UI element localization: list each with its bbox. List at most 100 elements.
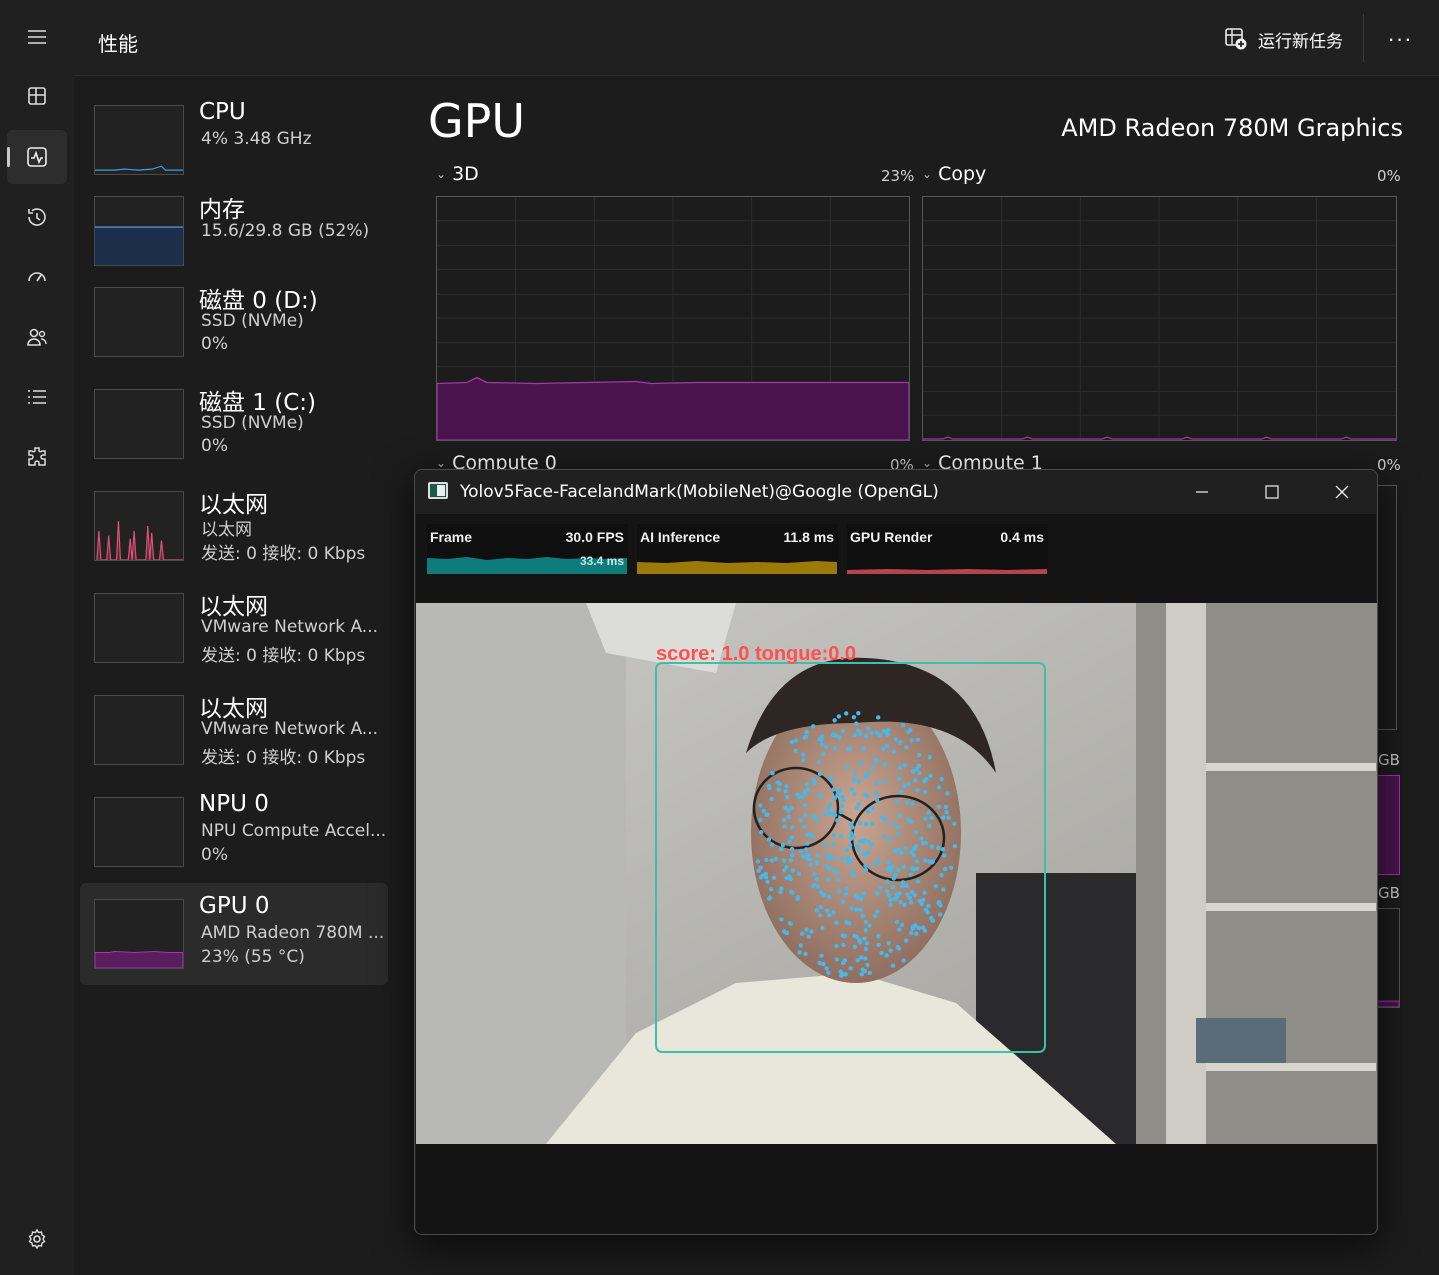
face-landmark-point — [936, 785, 942, 790]
stat-value: 0.4 ms — [1000, 529, 1044, 545]
face-landmark-point — [881, 746, 886, 752]
memory-thumbnail — [94, 196, 184, 266]
device-name: 磁盘 0 (D:) — [199, 288, 318, 314]
device-item-gpu-0[interactable]: GPU 0 AMD Radeon 780M ... 23% (55 °C) — [80, 883, 388, 985]
stat-label: GPU Render — [850, 529, 933, 545]
face-landmark-point — [758, 803, 763, 808]
face-landmark-point — [778, 889, 783, 895]
nav-users[interactable] — [7, 310, 67, 364]
face-landmark-point — [803, 951, 808, 957]
face-landmark-point — [899, 922, 905, 928]
frame-stat-panel: Frame 30.0 FPS 33.4 ms — [427, 524, 628, 574]
hamburger-button[interactable] — [7, 10, 67, 64]
face-landmark-point — [859, 972, 864, 977]
face-landmark-point — [897, 813, 902, 818]
face-landmark-point — [783, 789, 788, 794]
face-landmark-point — [854, 934, 860, 939]
device-item-ethernet-3[interactable]: 以太网 VMware Network A... 发送: 0 接收: 0 Kbps — [80, 681, 388, 781]
face-landmark-point — [940, 847, 945, 852]
face-landmark-point — [922, 789, 928, 795]
face-landmark-point — [820, 925, 825, 931]
device-item-memory[interactable]: 内存 15.6/29.8 GB (52%) — [80, 182, 388, 282]
device-name: 以太网 — [199, 696, 268, 722]
device-detail: 以太网 — [201, 520, 252, 540]
face-landmark-point — [784, 875, 789, 881]
nav-details[interactable] — [7, 370, 67, 424]
users-icon — [27, 328, 47, 346]
face-landmark-point — [922, 890, 927, 895]
nav-processes[interactable] — [7, 69, 67, 123]
face-landmark-point — [761, 808, 766, 814]
face-landmark-point — [903, 846, 908, 851]
face-landmark-point — [831, 787, 836, 792]
face-landmark-point — [919, 901, 924, 907]
face-landmark-point — [770, 771, 775, 776]
stat-value: 30.0 FPS — [565, 529, 624, 545]
nav-app-history[interactable] — [7, 190, 67, 244]
face-landmark-point — [856, 847, 861, 852]
face-landmark-point — [824, 908, 830, 913]
device-item-ethernet-2[interactable]: 以太网 VMware Network A... 发送: 0 接收: 0 Kbps — [80, 579, 388, 679]
close-icon — [1335, 485, 1349, 499]
graph-3d — [436, 196, 910, 441]
face-landmark-point — [897, 776, 902, 781]
face-landmark-point — [923, 858, 928, 863]
device-item-npu-0[interactable]: NPU 0 NPU Compute Accel... 0% — [80, 783, 388, 883]
face-landmark-point — [904, 800, 910, 805]
face-landmark-point — [930, 859, 935, 864]
device-item-disk-1[interactable]: 磁盘 1 (C:) SSD (NVMe) 0% — [80, 375, 388, 475]
face-landmark-point — [839, 809, 844, 815]
startup-apps-icon — [28, 272, 46, 282]
face-landmark-point — [907, 895, 912, 901]
face-landmark-point — [897, 740, 903, 745]
face-landmark-point — [804, 847, 809, 852]
face-landmark-point — [865, 809, 871, 814]
nav-services[interactable] — [7, 430, 67, 484]
settings-icon — [28, 1228, 46, 1250]
device-detail: SSD (NVMe) — [201, 311, 304, 331]
nav-performance[interactable] — [7, 130, 67, 184]
face-landmark-point — [793, 748, 798, 753]
engine-selector-copy[interactable]: ⌄ Copy — [922, 163, 986, 185]
app-window-titlebar[interactable]: Yolov5Face-FacelandMark(MobileNet)@Googl… — [415, 470, 1377, 514]
device-item-cpu[interactable]: CPU 4% 3.48 GHz — [80, 91, 388, 191]
face-landmark-point — [873, 914, 878, 919]
more-options-button[interactable]: ··· — [1385, 26, 1415, 52]
stat-label: Frame — [430, 529, 473, 545]
face-landmark-point — [802, 802, 808, 808]
gpu-render-sparkline — [847, 569, 1047, 574]
face-landmark-point — [820, 742, 825, 747]
device-item-ethernet-1[interactable]: 以太网 以太网 发送: 0 接收: 0 Kbps — [80, 477, 388, 577]
face-landmark-point — [827, 810, 832, 816]
device-detail: AMD Radeon 780M ... — [201, 923, 385, 943]
run-new-task-button[interactable]: 运行新任务 — [1224, 24, 1343, 54]
nav-settings[interactable] — [7, 1212, 67, 1266]
face-landmark-point — [857, 820, 863, 825]
ethernet-3-thumbnail — [94, 695, 184, 765]
nav-startup-apps[interactable] — [7, 250, 67, 304]
face-landmark-point — [865, 726, 870, 731]
face-landmark-point — [860, 913, 865, 919]
face-landmark-point — [874, 780, 880, 785]
maximize-button[interactable] — [1237, 470, 1307, 514]
face-landmark-point — [784, 784, 789, 789]
device-detail: VMware Network A... — [201, 617, 379, 637]
face-landmark-point — [849, 906, 854, 911]
face-landmark-point — [836, 877, 841, 883]
device-detail: SSD (NVMe) — [201, 413, 304, 433]
page-title: 性能 — [98, 32, 138, 56]
face-landmark-point — [865, 793, 870, 799]
face-landmark-point — [789, 740, 795, 745]
face-landmark-point — [936, 845, 941, 851]
face-landmark-point — [863, 734, 869, 739]
minimize-icon — [1196, 491, 1208, 493]
minimize-button[interactable] — [1167, 470, 1237, 514]
device-item-disk-0[interactable]: 磁盘 0 (D:) SSD (NVMe) 0% — [80, 273, 388, 373]
engine-selector-3d[interactable]: ⌄ 3D — [436, 163, 479, 185]
camera-feed: score: 1.0 tongue:0.0 — [416, 603, 1377, 1144]
face-landmark-point — [771, 875, 777, 881]
face-landmark-point — [808, 862, 813, 867]
close-button[interactable] — [1307, 470, 1377, 514]
face-landmark-point — [875, 891, 880, 896]
face-landmark-point — [766, 783, 772, 789]
